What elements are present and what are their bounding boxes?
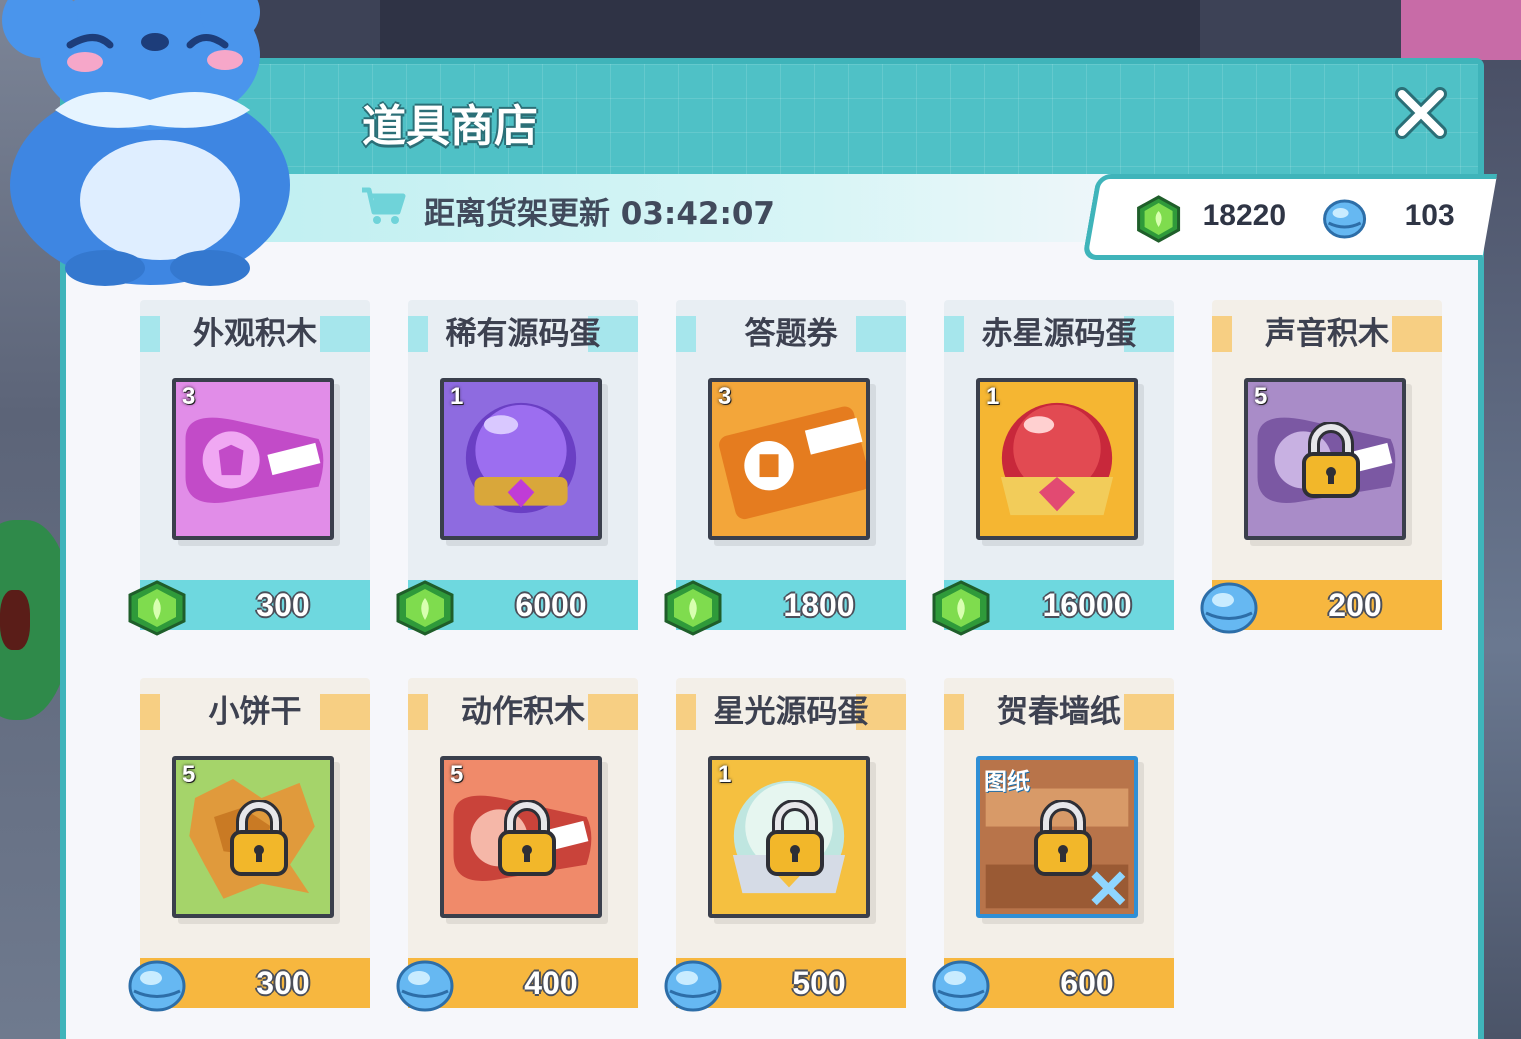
- shop-item-card[interactable]: 答题券 3 1800: [664, 300, 906, 636]
- shop-item-card[interactable]: 稀有源码蛋 1 6000: [396, 300, 638, 636]
- shop-item-card[interactable]: 外观积木 3 300: [128, 300, 370, 636]
- item-name: 贺春墙纸: [997, 694, 1121, 730]
- green-gem-icon: [396, 580, 454, 636]
- item-price: 600: [1060, 965, 1114, 1001]
- item-name: 动作积木: [461, 694, 585, 730]
- close-button[interactable]: [1392, 84, 1450, 142]
- background-top-shape: [380, 0, 1200, 60]
- shop-item-card[interactable]: 小饼干 5 300: [128, 678, 370, 1012]
- item-name: 小饼干: [208, 694, 302, 730]
- gem-balance: 18220: [1202, 199, 1287, 232]
- item-quantity: 5: [450, 761, 464, 788]
- item-price: 200: [1328, 587, 1382, 623]
- blueprint-tag: 图纸: [984, 769, 1030, 795]
- refresh-timer-bar: 距离货架更新 03:42:07: [216, 174, 1216, 242]
- wallpaper-blueprint-icon: 图纸: [976, 756, 1138, 918]
- lock-icon: [1302, 422, 1360, 498]
- green-gem-icon: [128, 580, 186, 636]
- shop-item-card[interactable]: 赤星源码蛋 1 16000: [932, 300, 1174, 636]
- shop-item-card[interactable]: 星光源码蛋 1 500: [664, 678, 906, 1012]
- item-name: 答题券: [744, 316, 838, 352]
- refresh-timer-text: 距离货架更新 03:42:07: [424, 196, 776, 232]
- item-price: 300: [256, 965, 310, 1001]
- cart-icon: [362, 187, 406, 224]
- green-gem-icon: [932, 580, 990, 636]
- bell-balance: 103: [1404, 199, 1455, 232]
- mascot-blue-bear: [2, 0, 290, 286]
- blue-bell-icon: [932, 960, 990, 1012]
- item-price: 500: [792, 965, 846, 1001]
- item-quantity: 1: [450, 383, 464, 410]
- shop-title: 道具商店: [362, 101, 538, 152]
- item-price: 300: [256, 587, 310, 623]
- item-quantity: 5: [1254, 383, 1268, 410]
- shop-item-card[interactable]: 动作积木 5 400: [396, 678, 638, 1012]
- item-quantity: 1: [986, 383, 1000, 410]
- blue-bell-icon: [1323, 199, 1367, 239]
- item-price: 16000: [1042, 587, 1132, 623]
- lock-icon: [1034, 800, 1092, 876]
- background-top-right-prop: [1401, 0, 1521, 60]
- item-quantity: 3: [182, 383, 196, 410]
- item-name: 星光源码蛋: [713, 694, 869, 730]
- item-name: 声音积木: [1265, 316, 1389, 352]
- item-price: 1800: [783, 587, 855, 623]
- item-quantity: 1: [718, 761, 732, 788]
- item-name: 赤星源码蛋: [981, 316, 1137, 352]
- blue-bell-icon: [396, 960, 454, 1012]
- shop-item-card[interactable]: 贺春墙纸 图纸 600: [932, 678, 1174, 1012]
- green-gem-icon: [664, 580, 722, 636]
- item-price: 6000: [515, 587, 587, 623]
- blue-bell-icon: [128, 960, 186, 1012]
- item-quantity: 3: [718, 383, 732, 410]
- currency-display: 18220 103: [1082, 174, 1498, 260]
- close-icon: [1395, 87, 1447, 139]
- item-grid: 外观积木 3 300 稀有源码蛋 1 6000 答题券 3 1800 赤星源码蛋…: [126, 300, 1446, 1012]
- green-gem-icon: [1137, 195, 1181, 243]
- lock-icon: [766, 800, 824, 876]
- item-name: 外观积木: [193, 316, 317, 352]
- blue-bell-icon: [664, 960, 722, 1012]
- blue-bell-icon: [1200, 582, 1258, 634]
- lock-icon: [230, 800, 288, 876]
- item-quantity: 5: [182, 761, 196, 788]
- shop-item-card[interactable]: 声音积木 5 200: [1200, 300, 1442, 634]
- item-name: 稀有源码蛋: [445, 316, 601, 352]
- item-price: 400: [524, 965, 578, 1001]
- lock-icon: [498, 800, 556, 876]
